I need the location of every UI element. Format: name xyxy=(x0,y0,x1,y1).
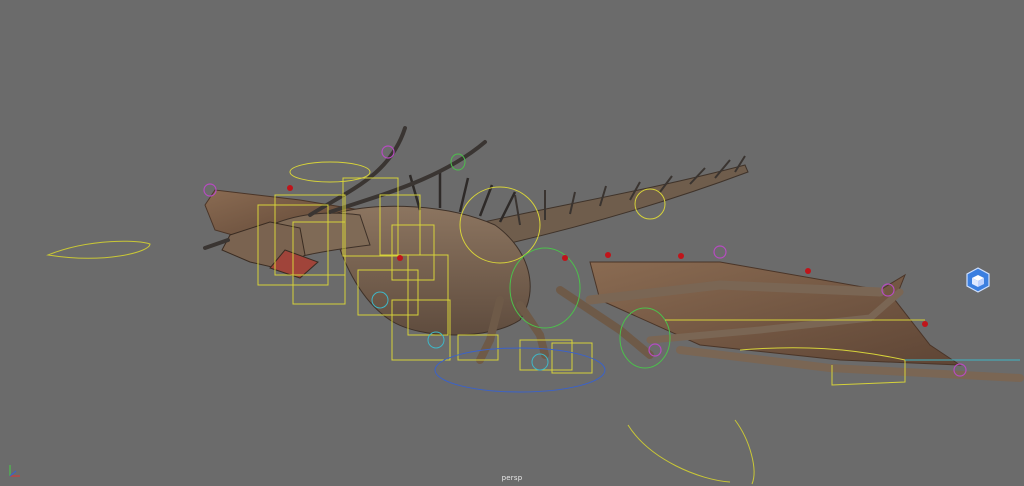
maya-viewport[interactable]: persp xyxy=(0,0,1024,486)
tail[interactable] xyxy=(469,164,749,251)
view-cube-icon[interactable] xyxy=(964,266,992,294)
dragon-rig-scene[interactable] xyxy=(0,0,1024,486)
camera-label: persp xyxy=(501,474,523,482)
